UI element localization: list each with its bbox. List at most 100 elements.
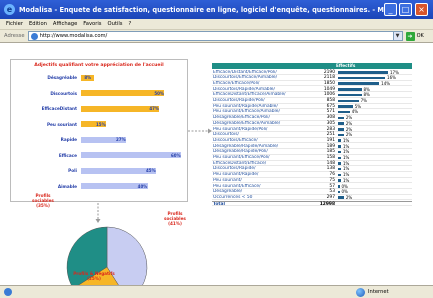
bar-label: EfficaceDistant bbox=[41, 106, 77, 111]
pie-label-negatifs-25: Profils & Négatifs (25%) bbox=[73, 271, 115, 281]
table-row: Désagréable/53 0% bbox=[212, 189, 412, 195]
appreciation-bar-chart: Adjectifs qualifiant votre appréciation … bbox=[10, 59, 188, 202]
row-bar bbox=[338, 179, 341, 182]
page-icon bbox=[30, 32, 38, 40]
go-arrow-icon[interactable]: ➜ bbox=[405, 31, 415, 41]
table-row: Désagréable/Efficace/Poli/308 2% bbox=[212, 115, 412, 121]
row-percent: 0% bbox=[341, 183, 348, 189]
row-label: Discourtois/Rapide/ bbox=[213, 166, 256, 172]
table-row: Efficace/Distant/Efficace/Poli/2190 17% bbox=[212, 69, 412, 75]
menu-edition[interactable]: Edition bbox=[29, 21, 47, 27]
row-count: 251 bbox=[326, 132, 335, 138]
bar-label: Discourtois bbox=[50, 90, 77, 96]
row-label: Efficace/Distant/Efficace/Poli/ bbox=[213, 69, 277, 75]
row-bar bbox=[338, 93, 362, 97]
bar-value-label: 45% bbox=[146, 168, 156, 173]
row-bar bbox=[338, 162, 341, 165]
menu-fichier[interactable]: Fichier bbox=[6, 21, 23, 27]
row-label: EfficaceDistant/Efficace/ bbox=[213, 160, 267, 166]
table-row: Discourtois/Rapide/Poli/858 7% bbox=[212, 98, 412, 104]
security-zone-label: Internet bbox=[368, 289, 389, 295]
row-label: Discourtois/ bbox=[213, 132, 239, 138]
row-percent: 5% bbox=[354, 103, 362, 109]
total-label: Total bbox=[213, 201, 225, 207]
go-button[interactable]: OK bbox=[417, 33, 424, 39]
bar-label: Efficace bbox=[58, 152, 77, 158]
row-label: Désagréable/Efficace/Aimable/ bbox=[213, 120, 281, 126]
row-bar bbox=[338, 133, 344, 137]
address-dropdown-icon[interactable]: ▼ bbox=[393, 31, 403, 41]
row-percent: 2% bbox=[345, 120, 353, 126]
table-row: EfficaceDistant/Efficace/148 1% bbox=[212, 161, 412, 167]
row-percent: 8% bbox=[363, 86, 370, 92]
table-total-row: Total 12998 bbox=[212, 200, 412, 207]
row-percent: 2% bbox=[345, 115, 353, 121]
row-label: Occurrences < 50 bbox=[213, 194, 253, 200]
table-row: Désagréable/Rapide/Aimable/189 1% bbox=[212, 144, 412, 150]
table-row: Peu souriant/Efficace/Poli/158 1% bbox=[212, 155, 412, 161]
menu-outils[interactable]: Outils bbox=[108, 21, 123, 27]
table-row: Peu souriant/Rapide/76 1% bbox=[212, 172, 412, 178]
row-percent: 16% bbox=[387, 75, 396, 81]
row-label: EfficaceDistant/Efficace/Aimable/ bbox=[213, 92, 286, 98]
row-count: 185 bbox=[326, 149, 335, 155]
chart-title: Adjectifs qualifiant votre appréciation … bbox=[34, 63, 164, 68]
table-row: Discourtois/251 2% bbox=[212, 132, 412, 138]
window-titlebar: e Modalisa - Enquete de satisfaction, qu… bbox=[0, 0, 433, 19]
close-button[interactable]: × bbox=[415, 3, 428, 16]
table-row: Désagréable/Rapide/Poli/185 1% bbox=[212, 149, 412, 155]
row-count: 858 bbox=[326, 98, 335, 103]
address-field[interactable]: http://www.modalisa.com/ bbox=[27, 31, 394, 41]
row-bar bbox=[338, 82, 380, 85]
row-bar bbox=[338, 185, 340, 188]
row-bar bbox=[338, 167, 341, 171]
row-percent: 1% bbox=[342, 172, 350, 178]
row-bar bbox=[338, 116, 344, 120]
row-percent: 2% bbox=[345, 194, 353, 200]
total-value: 12998 bbox=[319, 201, 335, 207]
ie-logo-icon: e bbox=[4, 4, 15, 15]
row-bar bbox=[338, 122, 344, 125]
row-percent: 1% bbox=[342, 143, 350, 149]
internet-zone-icon bbox=[356, 288, 365, 297]
row-label: Désagréable/Rapide/Aimable/ bbox=[213, 143, 279, 149]
row-bar bbox=[338, 105, 353, 108]
menu-help[interactable]: ? bbox=[129, 21, 132, 27]
bar bbox=[81, 152, 181, 158]
table-row: Peu souriant/Efficace/57 0% bbox=[212, 183, 412, 189]
address-bar: Adresse http://www.modalisa.com/ ▼ ➜ OK bbox=[0, 30, 433, 43]
bar bbox=[81, 105, 160, 112]
row-bar bbox=[338, 196, 344, 199]
bar-value-label: 50% bbox=[154, 90, 164, 96]
row-bar bbox=[338, 190, 340, 194]
table-row: Peu souriant/Rapide/Aimable/675 5% bbox=[212, 104, 412, 110]
address-label: Adresse bbox=[4, 33, 25, 39]
row-label: Peu souriant/Rapide/Aimable/ bbox=[213, 103, 278, 109]
row-count: 2118 bbox=[323, 75, 335, 81]
row-bar bbox=[338, 156, 341, 160]
table-row: Désagréable/Efficace/Aimable/305 2% bbox=[212, 121, 412, 127]
minimize-button[interactable]: _ bbox=[384, 3, 397, 16]
bar-label: Poli bbox=[68, 168, 77, 173]
bar-value-label: 8% bbox=[84, 75, 92, 80]
menu-favoris[interactable]: Favoris bbox=[83, 21, 101, 27]
row-label: Peu souriant/Efficace/ bbox=[213, 183, 261, 189]
row-bar bbox=[338, 145, 341, 148]
pie-label-sociables-41: Profils sociables (41%) bbox=[164, 211, 186, 226]
table-row: Peu souriant/Efficace/Aimable/571 4% bbox=[212, 109, 412, 115]
table-row: Discourtois/Rapide/Aimable/1049 8% bbox=[212, 87, 412, 93]
row-label: Discourtois/Rapide/Aimable/ bbox=[213, 86, 275, 92]
row-percent: 1% bbox=[342, 160, 350, 166]
table-row: EfficaceDistant/Efficace/Aimable/1006 8% bbox=[212, 92, 412, 98]
row-bar bbox=[338, 110, 350, 114]
row-percent: 17% bbox=[390, 69, 399, 75]
maximize-button[interactable]: □ bbox=[399, 3, 412, 16]
table-row: Discourtois/Efficace/Aimable/2118 16% bbox=[212, 75, 412, 81]
menu-affichage[interactable]: Affichage bbox=[53, 21, 77, 27]
window-title: Modalisa - Enquete de satisfaction, ques… bbox=[19, 5, 394, 14]
bar-label: Peu souriant bbox=[46, 121, 77, 127]
bar-label: Aimable bbox=[57, 183, 77, 189]
table-row: Efficace/Efficace/Poli/1850 14% bbox=[212, 81, 412, 87]
table-row: Occurrences < 50 297 2% bbox=[212, 195, 412, 201]
address-url[interactable]: http://www.modalisa.com/ bbox=[40, 33, 108, 39]
